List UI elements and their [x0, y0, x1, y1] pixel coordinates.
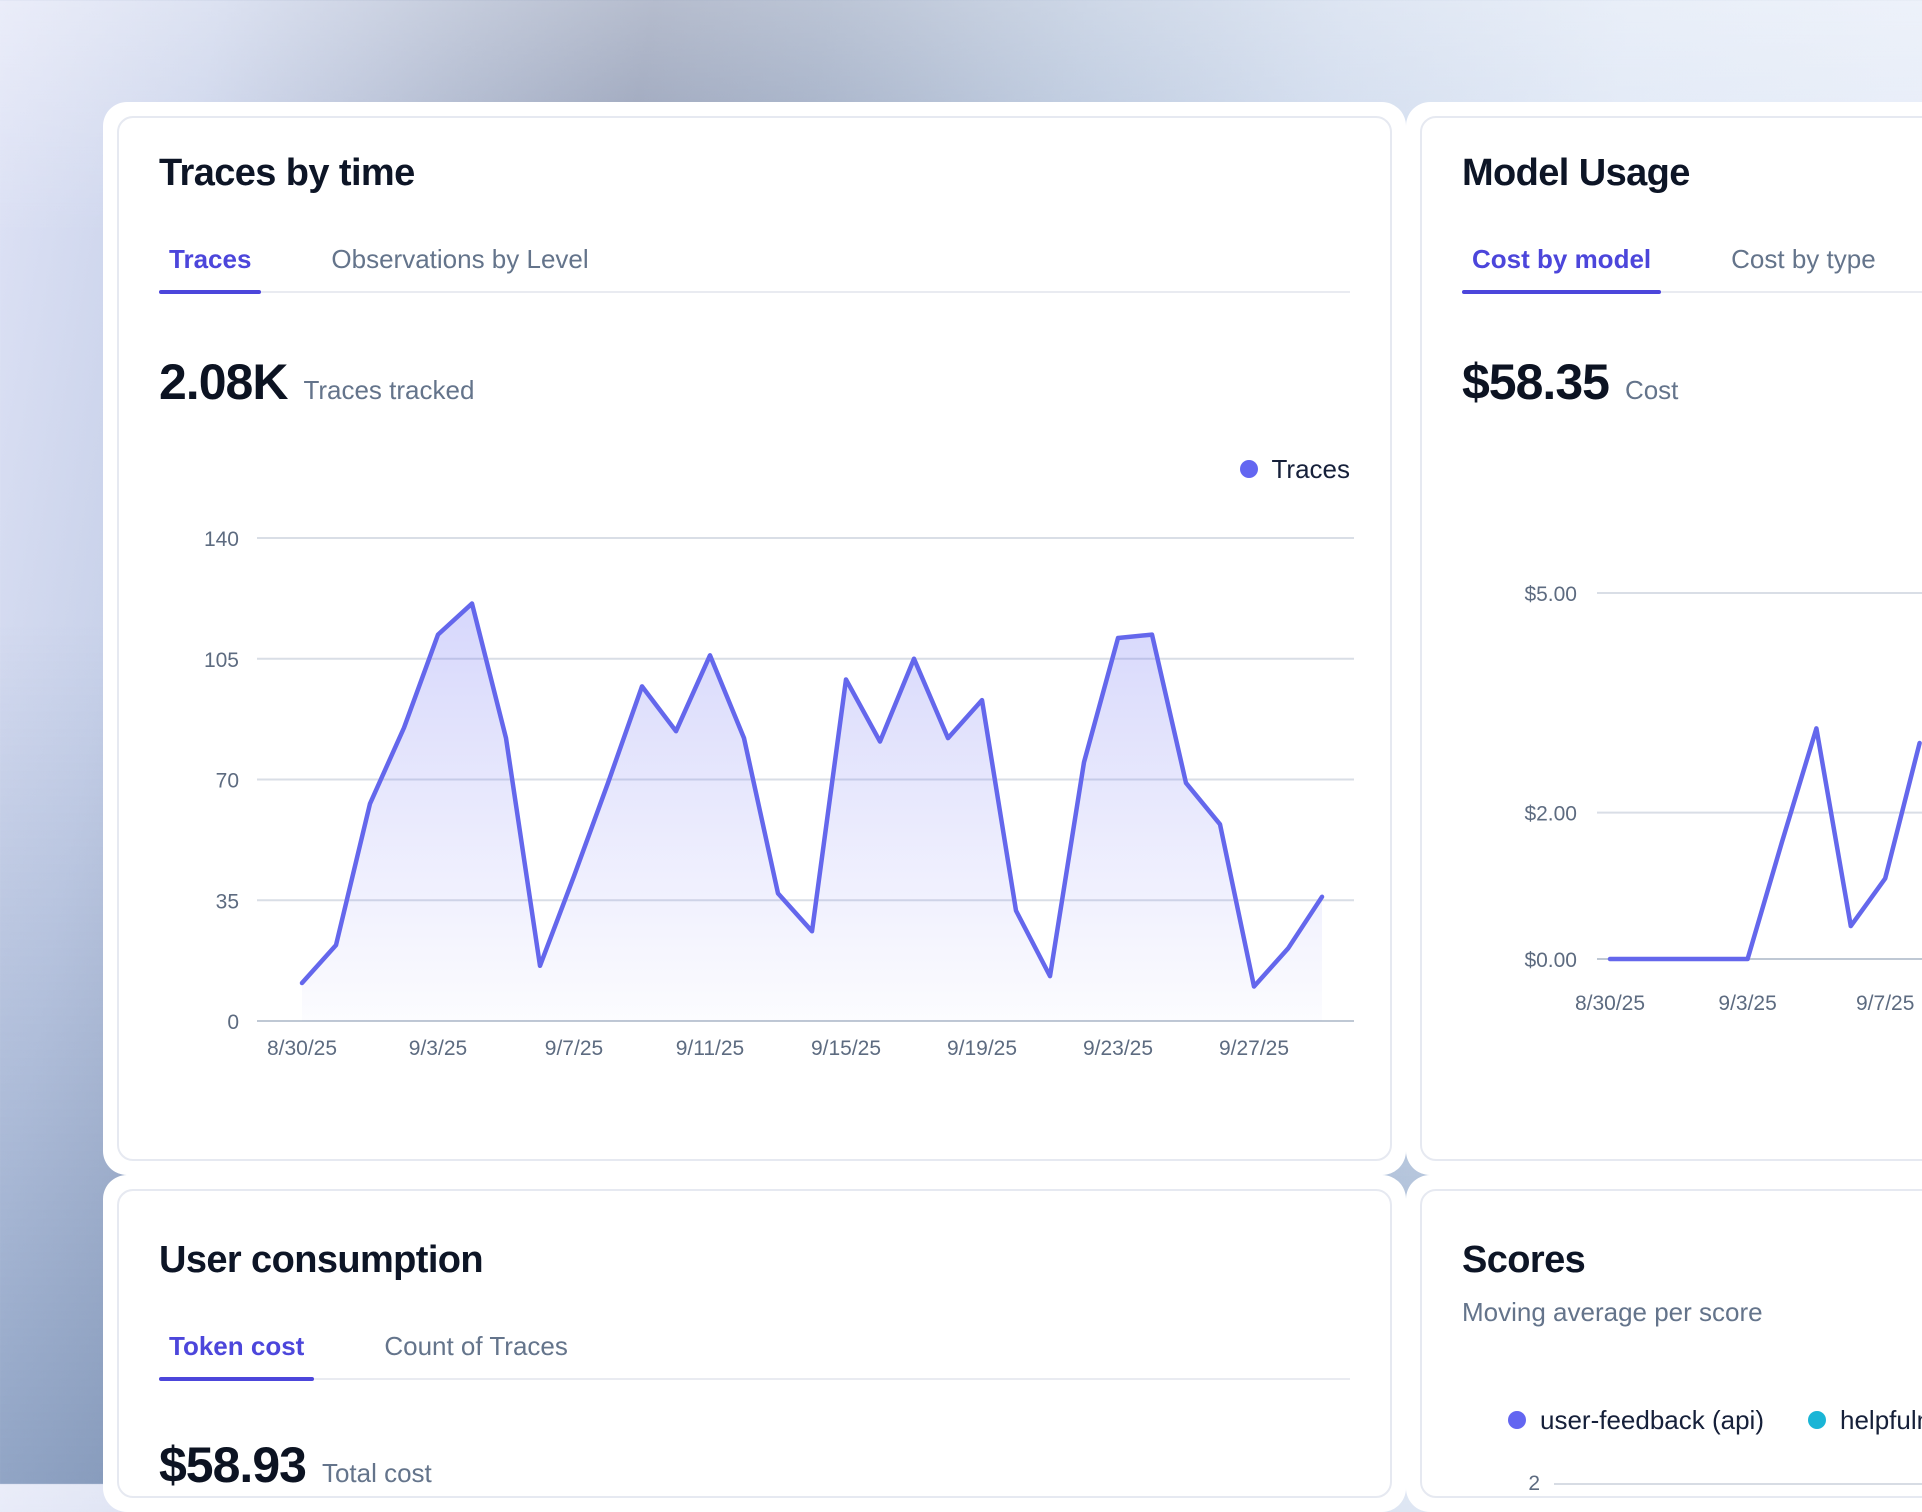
card-title: User consumption [159, 1237, 1350, 1283]
dashboard-grid: Traces by time Traces Observations by Le… [103, 102, 1922, 1484]
svg-text:9/11/25: 9/11/25 [676, 1037, 745, 1060]
model-usage-tabs: Cost by model Cost by type [1462, 244, 1922, 293]
metric-label: Traces tracked [303, 375, 474, 406]
card-mat: Model Usage Cost by model Cost by type $… [1406, 102, 1922, 1175]
legend-item-user-feedback: user-feedback (api) [1508, 1405, 1764, 1436]
svg-text:9/15/25: 9/15/25 [811, 1037, 881, 1060]
metric-value: $58.93 [159, 1436, 306, 1494]
legend-label: Traces [1272, 454, 1351, 485]
tab-token-cost[interactable]: Token cost [159, 1331, 314, 1378]
tab-traces[interactable]: Traces [159, 244, 261, 291]
legend-dot [1240, 460, 1258, 478]
card-mat: Scores Moving average per score user-fee… [1406, 1175, 1922, 1512]
svg-text:140: 140 [204, 528, 239, 551]
traces-by-time-card: Traces by time Traces Observations by Le… [117, 116, 1392, 1161]
svg-text:9/19/25: 9/19/25 [947, 1037, 1017, 1060]
traces-tabs: Traces Observations by Level [159, 244, 1350, 293]
y-tick-label: 2 [1462, 1472, 1554, 1496]
legend-dot [1808, 1411, 1826, 1429]
svg-text:$2.00: $2.00 [1524, 803, 1577, 826]
svg-text:9/3/25: 9/3/25 [1718, 992, 1776, 1015]
svg-text:70: 70 [216, 770, 239, 793]
scores-legend: user-feedback (api) helpfulness [1508, 1404, 1922, 1436]
card-title: Model Usage [1462, 150, 1922, 196]
card-subtitle: Moving average per score [1462, 1297, 1922, 1328]
tab-cost-by-model[interactable]: Cost by model [1462, 244, 1661, 291]
user-consumption-card: User consumption Token cost Count of Tra… [117, 1189, 1392, 1498]
legend-item-helpfulness: helpfulness [1808, 1405, 1922, 1436]
svg-text:8/30/25: 8/30/25 [267, 1037, 337, 1060]
card-title: Traces by time [159, 150, 1350, 196]
svg-text:9/27/25: 9/27/25 [1219, 1037, 1289, 1060]
svg-text:35: 35 [216, 890, 239, 913]
svg-text:$0.00: $0.00 [1524, 949, 1577, 972]
svg-text:9/7/25: 9/7/25 [1856, 992, 1914, 1015]
traces-legend: Traces [159, 453, 1350, 485]
traces-metric: 2.08K Traces tracked [159, 353, 1350, 411]
metric-label: Cost [1625, 375, 1678, 406]
scores-axis-stub: 2 [1462, 1472, 1922, 1496]
tab-cost-by-type[interactable]: Cost by type [1721, 244, 1886, 291]
metric-value: $58.35 [1462, 353, 1609, 411]
scores-card: Scores Moving average per score user-fee… [1420, 1189, 1922, 1498]
tab-count-of-traces[interactable]: Count of Traces [374, 1331, 578, 1378]
gridline [1554, 1483, 1922, 1485]
svg-text:9/3/25: 9/3/25 [409, 1037, 467, 1060]
metric-label: Total cost [322, 1458, 432, 1489]
card-mat: User consumption Token cost Count of Tra… [103, 1175, 1406, 1512]
tab-observations-by-level[interactable]: Observations by Level [321, 244, 598, 291]
card-title: Scores [1462, 1237, 1922, 1283]
svg-text:9/23/25: 9/23/25 [1083, 1037, 1153, 1060]
user-consumption-metric: $58.93 Total cost [159, 1436, 1350, 1494]
svg-text:9/7/25: 9/7/25 [545, 1037, 603, 1060]
cost-line-chart[interactable]: $0.00 $2.00 $5.00 8/30/25 9/3/25 9/7/25 [1462, 564, 1922, 1034]
traces-line-chart[interactable]: 0 35 70 105 140 8/30/25 9/3/25 9/7/25 9/11/25 9/1… [159, 523, 1354, 1068]
metric-value: 2.08K [159, 353, 287, 411]
user-consumption-tabs: Token cost Count of Traces [159, 1331, 1350, 1380]
legend-item-traces: Traces [1240, 454, 1351, 485]
model-usage-card: Model Usage Cost by model Cost by type $… [1420, 116, 1922, 1161]
svg-text:0: 0 [227, 1011, 239, 1034]
legend-label: helpfulness [1840, 1405, 1922, 1436]
svg-text:$5.00: $5.00 [1524, 583, 1577, 606]
svg-text:105: 105 [204, 649, 239, 672]
svg-text:8/30/25: 8/30/25 [1575, 992, 1645, 1015]
card-mat: Traces by time Traces Observations by Le… [103, 102, 1406, 1175]
model-usage-metric: $58.35 Cost [1462, 353, 1922, 411]
legend-dot [1508, 1411, 1526, 1429]
legend-label: user-feedback (api) [1540, 1405, 1764, 1436]
